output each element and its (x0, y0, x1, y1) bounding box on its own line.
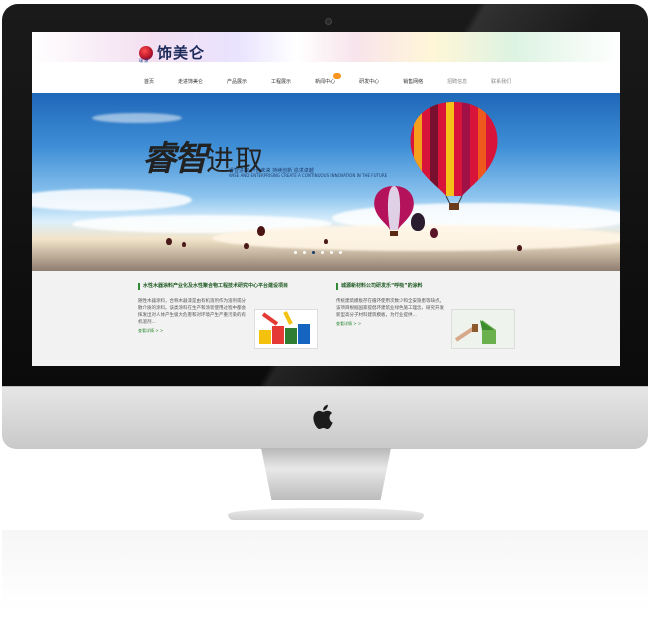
news-body: 随性木器涂料，合称木器漆是由有机溶剂作为溶剂或分散介质的涂料。该类涂料在生产和涂… (138, 299, 246, 325)
small-balloon (166, 238, 172, 245)
paint-house-image (452, 310, 514, 348)
imac-stand-foot (228, 508, 424, 520)
hot-badge-icon (333, 73, 342, 79)
hero-subtitle-en: WISE AND ENTERPRISING CREATE A CONTINUOU… (229, 173, 388, 178)
news-thumbnail-paint-house[interactable] (451, 309, 515, 349)
news-title[interactable]: 水性木器涂料产业化及水性聚合物工程技术研究中心平台建设项目 (138, 283, 318, 290)
carousel-dot[interactable] (303, 251, 306, 254)
apple-logo-icon (313, 404, 333, 430)
small-balloon (324, 239, 328, 244)
header-gradient-band (32, 32, 620, 62)
news-thumbnail-paint-cans[interactable] (254, 309, 318, 349)
news-title[interactable]: 城源新材料公司研发乐“呼吸”的涂料 (336, 283, 516, 290)
cloud (92, 113, 182, 123)
logo-text: 饰美仑 (157, 44, 206, 62)
paint-cans-image (259, 311, 310, 344)
news-section: 水性木器涂料产业化及水性聚合物工程技术研究中心平台建设项目 随性木器涂料，合称木… (32, 271, 620, 366)
nav-news-label: 新闻中心 (315, 79, 336, 85)
cloud (32, 189, 192, 211)
small-balloon (517, 245, 522, 251)
carousel-dot[interactable] (339, 251, 342, 254)
carousel-indicators (294, 251, 342, 254)
small-balloon (430, 228, 438, 238)
small-balloon (257, 226, 265, 236)
hot-air-balloon-large (410, 102, 498, 210)
website-screen: 饰美仑 瑞 源 首页 走进饰美仑 产品展示 工程展示 新闻中心 研发中心 销售网… (32, 32, 620, 366)
small-balloon (411, 213, 425, 231)
small-balloon (182, 242, 186, 247)
site-logo[interactable]: 饰美仑 瑞 源 (139, 42, 205, 63)
hero-banner: 睿智进取 睿智进取 开创未来 持续创新 追求卓越 WISE AND ENTERP… (32, 93, 620, 271)
camera-icon (325, 18, 332, 25)
carousel-dot[interactable] (330, 251, 333, 254)
hot-air-balloon-medium (374, 186, 414, 236)
imac-stand-neck (261, 448, 391, 500)
carousel-dot[interactable] (321, 251, 324, 254)
desk-reflection (2, 530, 648, 610)
news-body: 传统建筑模板存在循环使用次数少和全安隐患等缺点。该项目根据国家提倡环建筑业绿色施… (336, 299, 444, 318)
carousel-dot-active[interactable] (312, 251, 315, 254)
logo-subtext: 瑞 源 (139, 58, 149, 63)
small-balloon (244, 243, 249, 249)
hero-title-cursive: 睿智 (142, 139, 208, 179)
carousel-dot[interactable] (294, 251, 297, 254)
